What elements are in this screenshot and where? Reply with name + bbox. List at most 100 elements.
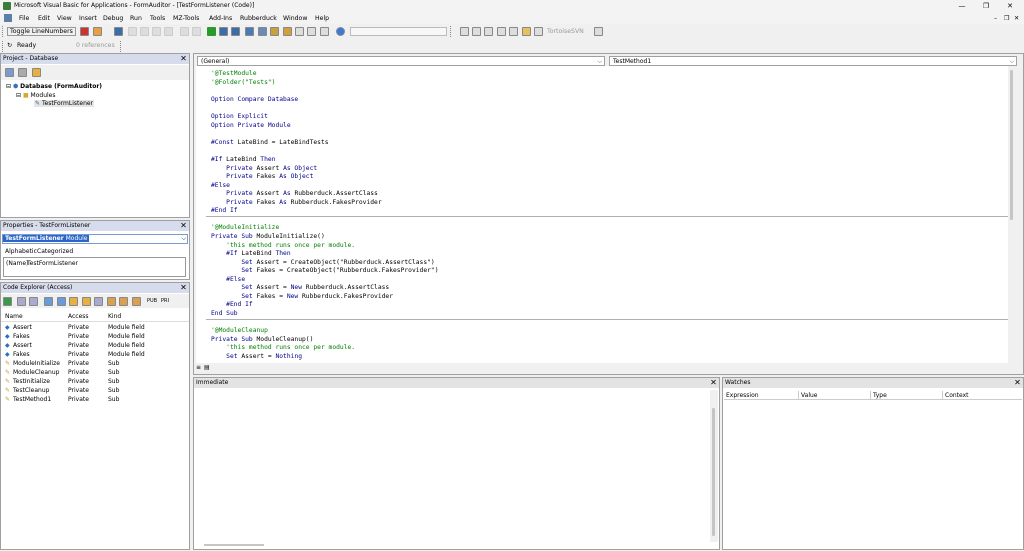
filter-property-icon[interactable] [69, 297, 78, 306]
userform-icon[interactable] [93, 27, 102, 36]
view-code-icon[interactable] [5, 68, 14, 77]
close-icon[interactable]: ✕ [1013, 378, 1022, 387]
procedure-combo[interactable]: TestMethod1 ⌵ [609, 56, 1017, 66]
module-menu-icon[interactable] [4, 14, 12, 22]
paste-icon[interactable] [152, 27, 161, 36]
filter-type-icon[interactable] [119, 297, 128, 306]
display-icon[interactable] [29, 297, 38, 306]
close-icon[interactable]: ✕ [179, 54, 188, 63]
menu-file[interactable]: File [19, 15, 29, 22]
references-count[interactable]: 0 references [76, 42, 115, 49]
svn-commit-icon[interactable] [460, 27, 469, 36]
col-header-type[interactable]: Type [870, 391, 887, 400]
filter-enum-icon[interactable] [107, 297, 116, 306]
view-object-icon[interactable] [18, 68, 27, 77]
col-header-name[interactable]: Name [5, 313, 23, 320]
table-row[interactable]: ◆ Fakes Private Module field [3, 333, 188, 341]
find-icon[interactable] [164, 27, 173, 36]
filter-sub-icon[interactable] [82, 297, 91, 306]
menu-run[interactable]: Run [130, 15, 142, 22]
object-selector[interactable]: TestFormListener Module ⌵ [2, 234, 188, 244]
table-row[interactable]: ✎ TestInitialize Private Sub [3, 378, 188, 386]
properties-window-icon[interactable] [270, 27, 279, 36]
filter-const-icon[interactable] [132, 297, 141, 306]
outdent-icon[interactable] [320, 27, 329, 36]
indent-icon[interactable] [307, 27, 316, 36]
code-vertical-scrollbar[interactable] [1008, 66, 1016, 363]
tab-alphabetic[interactable]: Alphabetic [5, 248, 37, 255]
col-header-value[interactable]: Value [798, 391, 817, 400]
menu-help[interactable]: Help [315, 15, 329, 22]
redo-icon[interactable] [192, 27, 201, 36]
tortoise-svn-menu[interactable]: TortoiseSVN [547, 28, 584, 35]
menu-add-ins[interactable]: Add-Ins [209, 15, 232, 22]
table-row[interactable]: ◆ Assert Private Module field [3, 342, 188, 350]
restore-icon[interactable]: ❐ [974, 0, 998, 12]
tree-folder-modules[interactable]: ⊟ ■ Modules [16, 92, 55, 99]
doc-close-icon[interactable]: ✕ [1014, 15, 1019, 22]
menu-tools[interactable]: Tools [150, 15, 165, 22]
rubberduck-settings-icon[interactable] [594, 27, 603, 36]
mz-tools-icon[interactable] [80, 27, 89, 36]
toolbar-grip-3[interactable] [2, 41, 5, 52]
table-row[interactable]: ◆ Assert Private Module field [3, 324, 188, 332]
help-icon[interactable] [336, 27, 345, 36]
col-header-expression[interactable]: Expression [726, 392, 759, 399]
dropdown-arrow-icon[interactable]: ⌵ [181, 235, 186, 243]
procedure-view-icon[interactable]: ≡ [196, 364, 201, 371]
col-header-context[interactable]: Context [942, 391, 969, 400]
code-editor[interactable]: '@TestModule '@Folder("Tests") Option Co… [196, 66, 1016, 363]
menu-view[interactable]: View [57, 15, 72, 22]
svn-folder-icon[interactable] [522, 27, 531, 36]
table-row[interactable]: ✎ TestMethod1 Private Sub [3, 396, 188, 404]
object-browser-icon[interactable] [283, 27, 292, 36]
doc-minimize-icon[interactable]: – [994, 15, 997, 22]
col-header-access[interactable]: Access [68, 313, 89, 320]
code-horizontal-scrollbar[interactable]: ≡ ▤ [196, 364, 1016, 372]
undo-icon[interactable] [180, 27, 189, 36]
menu-debug[interactable]: Debug [103, 15, 123, 22]
table-row[interactable]: ✎ ModuleInitialize Private Sub [3, 360, 188, 368]
close-icon[interactable]: ✕ [998, 0, 1022, 12]
prop-name-value[interactable]: TestFormListener [27, 260, 78, 267]
design-mode-icon[interactable] [245, 27, 254, 36]
menu-mz-tools[interactable]: MZ-Tools [173, 15, 199, 22]
cut-icon[interactable] [128, 27, 137, 36]
close-icon[interactable]: ✕ [709, 378, 718, 387]
toggle-folders-icon[interactable] [32, 68, 41, 77]
reset-icon[interactable] [231, 27, 240, 36]
close-icon[interactable]: ✕ [179, 221, 188, 230]
break-icon[interactable] [219, 27, 228, 36]
table-row[interactable]: ✎ ModuleCleanup Private Sub [3, 369, 188, 377]
object-combo[interactable]: (General) ⌵ [197, 56, 605, 66]
filter-private-icon[interactable]: PRI [161, 298, 169, 304]
immediate-input[interactable] [196, 390, 708, 542]
save-icon[interactable] [114, 27, 123, 36]
filter-class-icon[interactable] [44, 297, 53, 306]
close-icon[interactable]: ✕ [179, 283, 188, 292]
doc-restore-icon[interactable]: ❐ [1004, 15, 1010, 22]
immediate-vertical-scrollbar[interactable] [710, 390, 718, 542]
filter-event-icon[interactable] [94, 297, 103, 306]
tab-categorized[interactable]: Categorized [37, 248, 73, 255]
col-header-kind[interactable]: Kind [108, 313, 121, 320]
refresh-icon[interactable]: ↻ [7, 42, 12, 49]
svn-log-icon[interactable] [497, 27, 506, 36]
svn-revert-icon[interactable] [534, 27, 543, 36]
add-icon[interactable] [17, 297, 26, 306]
table-row[interactable]: ◆ Fakes Private Module field [3, 351, 188, 359]
menu-window[interactable]: Window [283, 15, 307, 22]
menu-insert[interactable]: Insert [79, 15, 97, 22]
toolbar-grip[interactable] [2, 26, 5, 37]
svn-diff-icon[interactable] [484, 27, 493, 36]
svn-browse-icon[interactable] [509, 27, 518, 36]
tree-root[interactable]: ⊟ ⬢ Database (FormAuditor) [6, 83, 102, 90]
toolbar-grip-2[interactable] [450, 26, 453, 37]
project-explorer-icon[interactable] [258, 27, 267, 36]
copy-icon[interactable] [140, 27, 149, 36]
run-icon[interactable] [207, 27, 216, 36]
menu-edit[interactable]: Edit [38, 15, 50, 22]
menu-rubberduck[interactable]: Rubberduck [240, 15, 277, 22]
toggle-line-numbers-button[interactable]: Toggle LineNumbers [7, 27, 76, 36]
table-row[interactable]: ✎ TestCleanup Private Sub [3, 387, 188, 395]
